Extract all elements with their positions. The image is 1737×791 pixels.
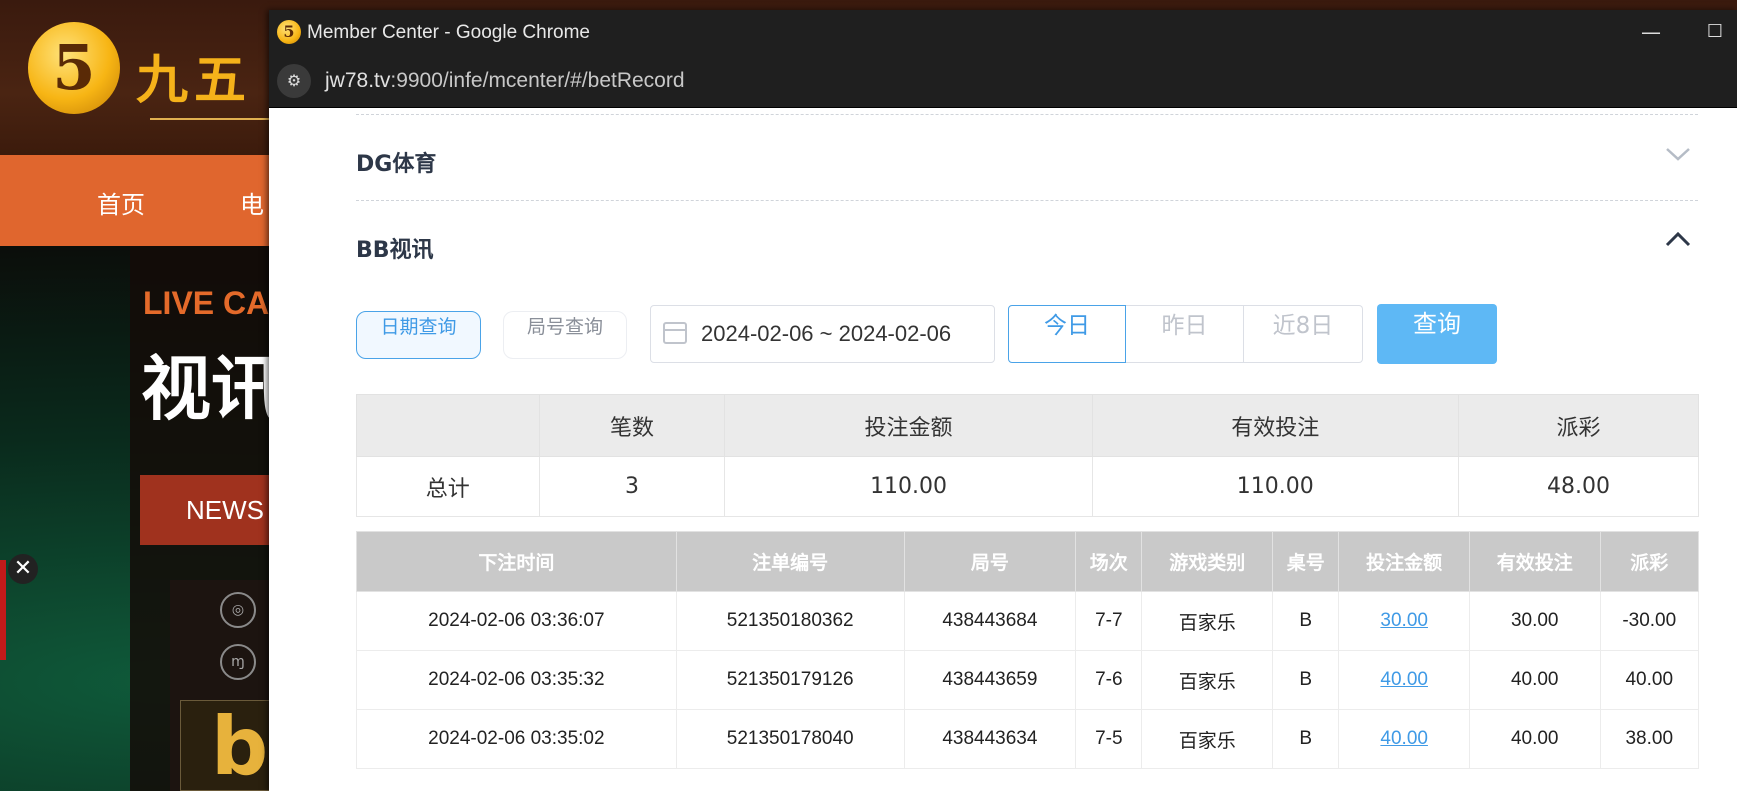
cell-session: 7-5	[1075, 709, 1143, 769]
date-range-value: 2024-02-06 ~ 2024-02-06	[701, 321, 952, 346]
cell-bet-time: 2024-02-06 03:36:07	[356, 591, 677, 651]
cell-round: 438443634	[903, 709, 1077, 769]
section-divider	[356, 200, 1698, 201]
section-divider	[356, 114, 1698, 115]
cell-game-type: 百家乐	[1141, 709, 1274, 769]
bet-amount-link[interactable]: 30.00	[1380, 610, 1428, 631]
header-round: 局号	[903, 531, 1077, 592]
browser-window: 5 Member Center - Google Chrome — ☐ ⚙ jw…	[269, 10, 1737, 791]
summary-valid-bet: 110.00	[1091, 456, 1459, 517]
header-game-type: 游戏类别	[1141, 531, 1274, 592]
summary-total-row: 总计 3 110.00 110.00 48.00	[356, 456, 1700, 517]
cell-table-no: B	[1272, 709, 1340, 769]
chip-icon[interactable]: ◎	[220, 592, 256, 628]
cell-session: 7-6	[1075, 650, 1143, 710]
yesterday-button[interactable]: 昨日	[1126, 305, 1244, 363]
url-path: :9900/infe/mcenter/#/betRecord	[390, 69, 685, 92]
cell-bet-id: 521350179126	[675, 650, 905, 710]
microgaming-icon[interactable]: ɱ	[220, 644, 256, 680]
records-header-row: 下注时间 注单编号 局号 场次 游戏类别 桌号 投注金额 有效投注 派彩	[356, 531, 1699, 592]
cell-payout: 40.00	[1599, 650, 1699, 710]
round-query-button[interactable]: 局号查询	[503, 311, 627, 359]
site-settings-icon[interactable]: ⚙	[277, 64, 311, 98]
today-button[interactable]: 今日	[1008, 305, 1126, 363]
cell-bet-amount: 40.00	[1338, 709, 1470, 769]
site-logo-text: 九五	[136, 51, 253, 111]
cell-game-type: 百家乐	[1141, 650, 1274, 710]
cell-valid-bet: 40.00	[1468, 709, 1601, 769]
summary-payout: 48.00	[1457, 456, 1700, 517]
cell-round: 438443684	[903, 591, 1077, 651]
header-payout: 派彩	[1599, 531, 1699, 592]
calendar-icon	[663, 322, 687, 344]
last-8-days-button[interactable]: 近8日	[1244, 305, 1363, 363]
header-bet-amount: 投注金额	[1338, 531, 1470, 592]
date-query-button[interactable]: 日期查询	[356, 311, 481, 359]
summary-count: 3	[538, 456, 726, 517]
cell-bet-id: 521350180362	[675, 591, 905, 651]
bet-amount-link[interactable]: 40.00	[1380, 728, 1428, 749]
cell-payout: -30.00	[1599, 591, 1699, 651]
summary-header-row: 笔数 投注金额 有效投注 派彩	[356, 394, 1700, 457]
cell-bet-amount: 40.00	[1338, 650, 1470, 710]
cell-round: 438443659	[903, 650, 1077, 710]
summary-header-bet-amount: 投注金额	[724, 394, 1093, 457]
header-valid-bet: 有效投注	[1468, 531, 1601, 592]
nav-item-home[interactable]: 首页	[97, 185, 145, 220]
hero-live-text: LIVE CA	[143, 285, 270, 321]
summary-header-payout: 派彩	[1457, 394, 1700, 457]
header-table-no: 桌号	[1272, 531, 1340, 592]
cell-valid-bet: 30.00	[1468, 591, 1601, 651]
cell-game-type: 百家乐	[1141, 591, 1274, 651]
header-bet-id: 注单编号	[675, 531, 905, 592]
favicon-icon: 5	[277, 20, 301, 44]
cell-bet-id: 521350178040	[675, 709, 905, 769]
close-icon[interactable]: ✕	[8, 554, 38, 584]
nav-item-second[interactable]: 电	[240, 185, 264, 220]
window-title: Member Center - Google Chrome	[307, 22, 590, 43]
cell-bet-time: 2024-02-06 03:35:02	[356, 709, 677, 769]
chevron-up-icon[interactable]	[1664, 229, 1692, 257]
header-session: 场次	[1075, 531, 1143, 592]
side-banner[interactable]	[0, 560, 6, 660]
site-logo-icon[interactable]: 5	[28, 22, 120, 114]
url-text[interactable]: jw78.tv:9900/infe/mcenter/#/betRecord	[325, 69, 685, 93]
chevron-down-icon[interactable]	[1664, 144, 1692, 172]
table-row: 2024-02-06 03:35:32 521350179126 4384436…	[356, 650, 1699, 710]
hero-title: 视讯	[141, 348, 281, 430]
title-bar[interactable]: 5 Member Center - Google Chrome — ☐	[269, 10, 1737, 55]
cell-payout: 38.00	[1599, 709, 1699, 769]
cell-session: 7-7	[1075, 591, 1143, 651]
section-title-dg[interactable]: DG体育	[356, 146, 436, 178]
header-bet-time: 下注时间	[356, 531, 677, 592]
address-bar[interactable]: ⚙ jw78.tv:9900/infe/mcenter/#/betRecord	[269, 55, 1737, 108]
news-tab[interactable]: NEWS	[140, 475, 290, 545]
date-range-picker[interactable]: 2024-02-06 ~ 2024-02-06	[650, 305, 995, 363]
table-row: 2024-02-06 03:36:07 521350180362 4384436…	[356, 591, 1699, 651]
maximize-button[interactable]: ☐	[1695, 16, 1735, 48]
cell-valid-bet: 40.00	[1468, 650, 1601, 710]
minimize-button[interactable]: —	[1626, 16, 1676, 48]
summary-header-blank	[356, 394, 540, 457]
bet-amount-link[interactable]: 40.00	[1380, 669, 1428, 690]
bet-records-table: 下注时间 注单编号 局号 场次 游戏类别 桌号 投注金额 有效投注 派彩 202…	[356, 531, 1699, 769]
table-row: 2024-02-06 03:35:02 521350178040 4384436…	[356, 709, 1699, 769]
cell-table-no: B	[1272, 591, 1340, 651]
search-button[interactable]: 查询	[1377, 304, 1497, 364]
summary-table: 笔数 投注金额 有效投注 派彩 总计 3 110.00 110.00 48.00	[356, 394, 1700, 517]
logo-flourish	[150, 118, 270, 126]
summary-total-label: 总计	[356, 456, 540, 517]
cell-bet-amount: 30.00	[1338, 591, 1470, 651]
cell-bet-time: 2024-02-06 03:35:32	[356, 650, 677, 710]
section-title-bb[interactable]: BB视讯	[356, 232, 434, 264]
summary-header-valid-bet: 有效投注	[1091, 394, 1459, 457]
summary-header-count: 笔数	[538, 394, 726, 457]
summary-bet-amount: 110.00	[724, 456, 1093, 517]
cell-table-no: B	[1272, 650, 1340, 710]
url-host: jw78.tv	[325, 69, 391, 92]
